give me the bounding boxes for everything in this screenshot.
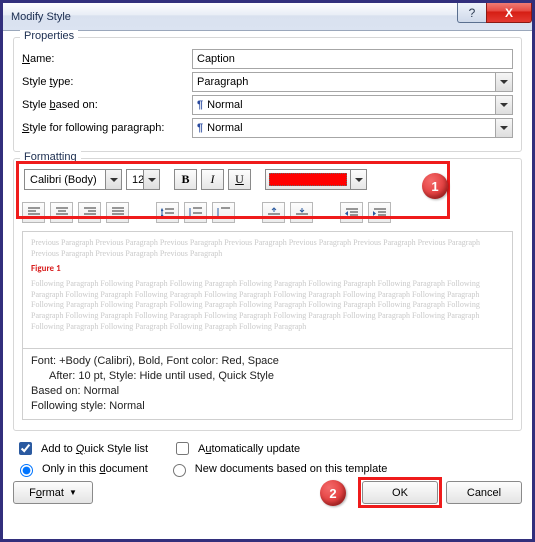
help-button[interactable]: ?: [457, 3, 487, 23]
style-description: Font: +Body (Calibri), Bold, Font color:…: [22, 349, 513, 420]
only-this-doc-radio[interactable]: [20, 464, 33, 477]
preview-follow-text: Following Paragraph Following Paragraph …: [31, 279, 504, 333]
underline-button[interactable]: U: [228, 169, 251, 190]
following-combo[interactable]: ¶Normal: [192, 118, 513, 138]
preview-prev-text: Previous Paragraph Previous Paragraph Pr…: [31, 238, 504, 260]
chevron-down-icon: [105, 170, 121, 189]
line-spacing-1-button[interactable]: [156, 202, 179, 223]
formatting-group-label: Formatting: [20, 151, 81, 163]
chevron-down-icon: [143, 170, 159, 189]
color-swatch: [269, 173, 347, 186]
style-type-label: Style type:: [22, 76, 192, 88]
italic-button[interactable]: I: [201, 169, 224, 190]
font-size-combo[interactable]: 12: [126, 169, 160, 190]
align-justify-button[interactable]: [106, 202, 129, 223]
space-before-increase-button[interactable]: [262, 202, 285, 223]
add-quick-style-label: Add to Quick Style list: [41, 443, 148, 455]
based-on-label: Style based on:: [22, 99, 192, 111]
formatting-group: Formatting 1 Calibri (Body) 12 B I U: [13, 158, 522, 431]
new-docs-radio[interactable]: [173, 464, 186, 477]
chevron-down-icon: [495, 96, 512, 114]
new-docs-label: New documents based on this template: [195, 463, 388, 475]
following-label: Style for following paragraph:: [22, 122, 192, 134]
font-color-button[interactable]: [265, 169, 367, 190]
increase-indent-button[interactable]: [368, 202, 391, 223]
preview-sample-text: Figure 1: [31, 263, 504, 275]
line-spacing-2-button[interactable]: [212, 202, 235, 223]
font-name-combo[interactable]: Calibri (Body): [24, 169, 122, 190]
preview-pane: Previous Paragraph Previous Paragraph Pr…: [22, 231, 513, 349]
properties-group: Properties Name: Style type: Paragraph S…: [13, 37, 522, 152]
chevron-down-icon: [495, 73, 512, 91]
format-button[interactable]: Format▼: [13, 481, 93, 504]
cancel-button[interactable]: Cancel: [446, 481, 522, 504]
line-spacing-1_5-button[interactable]: [184, 202, 207, 223]
auto-update-checkbox[interactable]: [176, 442, 189, 455]
bold-button[interactable]: B: [174, 169, 197, 190]
title-bar: Modify Style ? X: [3, 3, 532, 31]
based-on-combo[interactable]: ¶Normal: [192, 95, 513, 115]
style-type-combo[interactable]: Paragraph: [192, 72, 513, 92]
annotation-callout-2: 2: [320, 480, 346, 506]
add-quick-style-checkbox[interactable]: [19, 442, 32, 455]
close-button[interactable]: X: [486, 3, 532, 23]
align-right-button[interactable]: [78, 202, 101, 223]
pilcrow-icon: ¶: [197, 99, 203, 111]
options-area: Add to Quick Style list Automatically up…: [15, 439, 520, 477]
chevron-down-icon: ▼: [69, 488, 77, 497]
name-label: Name:: [22, 53, 192, 65]
auto-update-label: Automatically update: [198, 443, 300, 455]
ok-button[interactable]: OK: [362, 481, 438, 504]
align-center-button[interactable]: [50, 202, 73, 223]
align-left-button[interactable]: [22, 202, 45, 223]
chevron-down-icon: [495, 119, 512, 137]
pilcrow-icon: ¶: [197, 122, 203, 134]
properties-group-label: Properties: [20, 30, 78, 42]
decrease-indent-button[interactable]: [340, 202, 363, 223]
only-this-doc-label: Only in this document: [42, 463, 148, 475]
annotation-callout-1: 1: [422, 173, 448, 199]
window-title: Modify Style: [11, 11, 71, 23]
name-input[interactable]: [192, 49, 513, 69]
chevron-down-icon: [350, 170, 366, 189]
space-before-decrease-button[interactable]: [290, 202, 313, 223]
